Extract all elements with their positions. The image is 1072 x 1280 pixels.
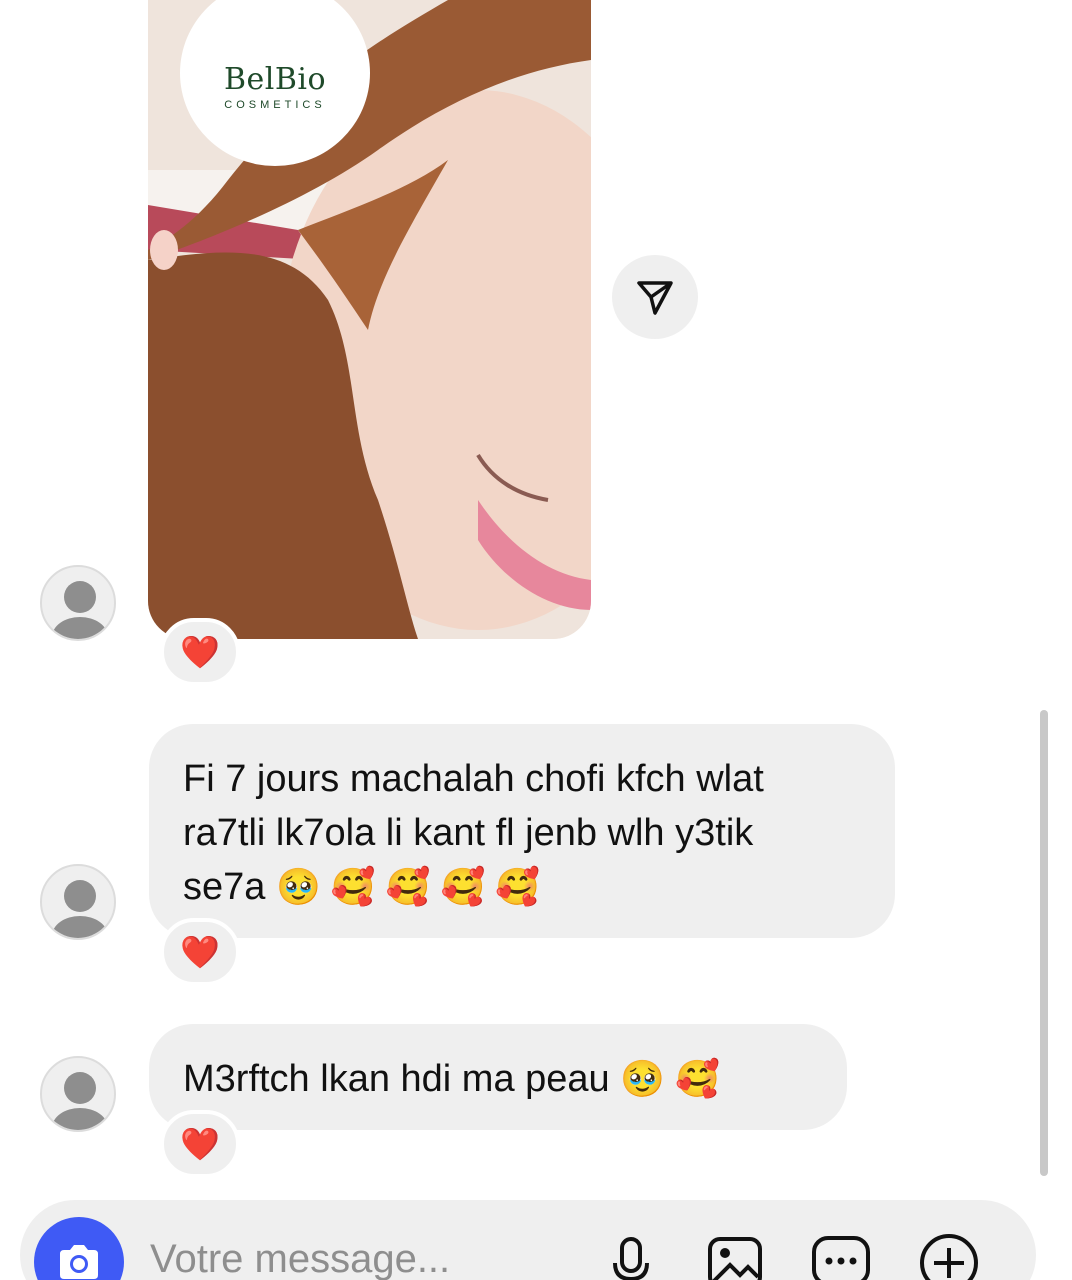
camera-icon — [60, 1245, 98, 1279]
plus-circle-icon — [920, 1234, 978, 1280]
image-icon — [708, 1237, 762, 1280]
gallery-button[interactable] — [700, 1228, 770, 1280]
share-button[interactable] — [612, 255, 698, 339]
heart-icon: ❤️ — [180, 634, 220, 670]
message-line-text: se7a — [183, 866, 266, 908]
avatar-head — [64, 581, 96, 613]
message-text: M3rftch lkan hdi ma peau — [183, 1058, 610, 1100]
add-button[interactable] — [914, 1228, 984, 1280]
shared-photo[interactable]: BelBio COSMETICS — [148, 0, 591, 639]
sticker-chat-icon — [812, 1236, 870, 1280]
avatar-head — [64, 880, 96, 912]
sticker-button[interactable] — [806, 1228, 876, 1280]
brand-name: BelBio — [223, 61, 327, 97]
sender-avatar[interactable] — [40, 565, 116, 641]
message-line: ra7tli lk7ola li kant fl jenb wlh y3tik — [183, 812, 754, 854]
avatar-body — [52, 617, 108, 639]
scrollbar[interactable] — [1040, 710, 1048, 1176]
message-input[interactable]: Votre message... — [150, 1237, 450, 1280]
heart-icon: ❤️ — [180, 1126, 220, 1162]
heart-reaction[interactable]: ❤️ — [160, 918, 240, 986]
message-line: Fi 7 jours machalah chofi kfch wlat — [183, 758, 764, 800]
message-bubble[interactable]: M3rftch lkan hdi ma peau 🥹 🥰 — [149, 1024, 847, 1130]
avatar-body — [52, 1108, 108, 1130]
microphone-button[interactable] — [596, 1228, 666, 1280]
emoji-row: 🥹 🥰 🥰 🥰 🥰 — [275, 866, 541, 907]
avatar-body — [52, 916, 108, 938]
heart-icon: ❤️ — [180, 934, 220, 970]
heart-reaction[interactable]: ❤️ — [160, 1110, 240, 1178]
message-bubble[interactable]: Fi 7 jours machalah chofi kfch wlat ra7t… — [149, 724, 895, 938]
paper-plane-icon — [637, 281, 673, 315]
sender-avatar[interactable] — [40, 1056, 116, 1132]
sender-avatar[interactable] — [40, 864, 116, 940]
brand-subtitle: COSMETICS — [224, 98, 326, 111]
heart-reaction[interactable]: ❤️ — [160, 618, 240, 686]
emoji-row: 🥹 🥰 — [620, 1058, 720, 1099]
message-line: se7a 🥹 🥰 🥰 🥰 🥰 — [183, 860, 861, 914]
microphone-icon — [613, 1237, 649, 1280]
avatar-head — [64, 1072, 96, 1104]
